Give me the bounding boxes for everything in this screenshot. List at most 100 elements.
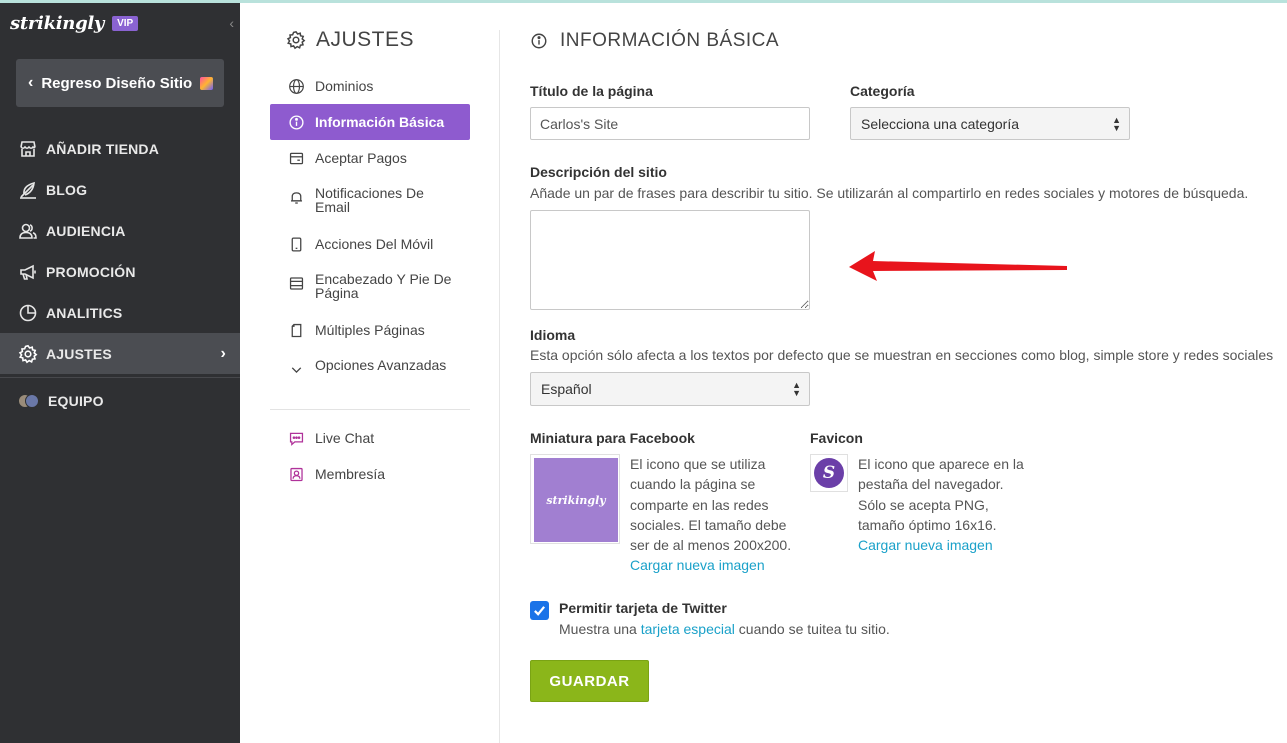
mobile-icon [291, 237, 302, 252]
sidebar-item-label: AJUSTES [46, 345, 112, 362]
twitter-help-text: Muestra una [559, 621, 641, 637]
sidebar-item-settings[interactable]: AJUSTES › [0, 333, 240, 374]
sidebar-item-promotion[interactable]: PROMOCIÓN [0, 251, 240, 292]
red-arrow-annotation [849, 251, 1067, 281]
menu-item-email-notifications[interactable]: Notificaciones De Email [270, 176, 470, 226]
description-label: Descripción del sitio [530, 164, 667, 180]
sidebar-item-team[interactable]: EQUIPO [0, 384, 240, 418]
feather-icon [20, 181, 36, 199]
menu-item-header-footer[interactable]: Encabezado Y Pie De Página [270, 262, 470, 312]
chat-icon [289, 432, 304, 446]
twitter-card-link[interactable]: tarjeta especial [641, 621, 735, 637]
menu-item-label: Acciones Del Móvil [315, 236, 434, 252]
team-avatars-icon [18, 392, 40, 410]
description-line: Sólo se acepta PNG, [858, 496, 989, 513]
sidebar-item-audience[interactable]: AUDIENCIA [0, 210, 240, 251]
back-to-design-button[interactable]: ‹ Regreso Diseño Sitio [16, 59, 224, 107]
menu-item-label: Encabezado Y Pie De Página [315, 271, 452, 301]
collapse-sidebar-icon[interactable]: ‹ [229, 15, 234, 31]
description-help: Añade un par de frases para describir tu… [530, 185, 1249, 201]
twitter-card-label: Permitir tarjeta de Twitter [559, 600, 727, 616]
users-icon [19, 223, 37, 239]
menu-item-multiple-pages[interactable]: Múltiples Páginas [270, 312, 470, 348]
description-line: cuando la página se [630, 476, 756, 493]
megaphone-icon [20, 264, 36, 280]
settings-menu-extras: Live Chat Membresía [270, 420, 470, 492]
menu-item-payments[interactable]: Aceptar Pagos [270, 140, 470, 176]
info-icon [531, 33, 547, 49]
back-to-design-label: Regreso Diseño Sitio [41, 74, 193, 92]
description-line: comparte en las redes [630, 496, 769, 513]
facebook-thumbnail-logo: strikingly [534, 458, 618, 542]
sidebar: strikingly VIP ‹ ‹ Regreso Diseño Sitio … [0, 3, 240, 743]
sidebar-item-add-store[interactable]: AÑADIR TIENDA [0, 128, 240, 169]
page-title-input[interactable]: Carlos's Site [530, 107, 810, 140]
language-label: Idioma [530, 327, 576, 343]
menu-item-label: Información Básica [315, 114, 445, 130]
menu-divider [270, 409, 470, 410]
save-button[interactable]: GUARDAR [530, 660, 649, 702]
brand: strikingly VIP [10, 11, 139, 35]
select-arrows-icon: ▲ ▼ [792, 380, 801, 398]
menu-item-label: Opciones Avanzadas [315, 357, 447, 373]
menu-item-live-chat[interactable]: Live Chat [270, 420, 470, 456]
favicon-image[interactable]: S [810, 454, 848, 492]
sticker-icon [200, 76, 214, 90]
gear-icon [18, 344, 38, 363]
menu-item-mobile-actions[interactable]: Acciones Del Móvil [270, 226, 470, 262]
chevron-left-icon: ‹ [28, 74, 34, 91]
menu-item-label: Membresía [315, 466, 386, 482]
vip-badge: VIP [112, 15, 139, 31]
sidebar-item-label: AÑADIR TIENDA [46, 140, 160, 157]
menu-item-label: Aceptar Pagos [315, 150, 407, 166]
settings-title-text: AJUSTES [316, 28, 415, 51]
menu-item-advanced-options[interactable]: Opciones Avanzadas [270, 348, 470, 398]
description-line: sociales. El tamaño debe [630, 516, 787, 533]
description-line: pestaña del navegador. [858, 476, 1004, 493]
sidebar-item-label: PROMOCIÓN [46, 263, 136, 280]
card-icon [289, 152, 304, 165]
sidebar-item-label: ANALITICS [46, 304, 123, 321]
category-select-value: Selecciona una categoría [861, 115, 1019, 132]
description-line: tamaño óptimo 16x16. [858, 516, 997, 533]
language-select[interactable]: Español ▲ ▼ [530, 372, 810, 406]
language-help: Esta opción sólo afecta a los textos por… [530, 347, 1274, 363]
logo[interactable]: strikingly [10, 13, 104, 34]
info-icon [289, 115, 304, 130]
menu-item-membership[interactable]: Membresía [270, 456, 470, 492]
description-line: El icono que aparece en la [858, 456, 1024, 472]
favicon-label: Favicon [810, 430, 863, 446]
category-label: Categoría [850, 83, 915, 99]
chevron-down-icon [291, 367, 302, 374]
facebook-thumbnail-description: El icono que se utiliza cuando la página… [630, 454, 791, 576]
description-textarea[interactable] [530, 210, 810, 310]
facebook-thumbnail-image[interactable]: strikingly [530, 454, 620, 544]
store-icon [20, 140, 36, 157]
bell-icon [290, 192, 303, 204]
gear-icon [286, 30, 306, 50]
menu-item-label: Live Chat [315, 430, 375, 446]
favicon-logo: S [814, 458, 844, 488]
favicon-description: El icono que aparece en la pestaña del n… [858, 454, 1024, 555]
page-title-label: Título de la página [530, 83, 653, 99]
page-title: INFORMACIÓN BÁSICA [530, 30, 779, 52]
description-line: El icono que se utiliza [630, 456, 766, 472]
sidebar-item-blog[interactable]: BLOG [0, 169, 240, 210]
twitter-card-checkbox[interactable] [530, 601, 549, 620]
select-arrows-icon: ▲ ▼ [1112, 114, 1121, 133]
sidebar-item-analytics[interactable]: ANALITICS [0, 292, 240, 333]
sidebar-item-label: AUDIENCIA [46, 222, 126, 239]
twitter-card-help: Muestra una tarjeta especial cuando se t… [559, 621, 890, 637]
sidebar-divider [0, 377, 240, 378]
page-title-text: INFORMACIÓN BÁSICA [560, 30, 780, 51]
menu-item-domains[interactable]: Dominios [270, 68, 470, 104]
menu-item-basic-info[interactable]: Información Básica [270, 104, 470, 140]
favicon-upload-link[interactable]: Cargar nueva imagen [858, 535, 1024, 555]
language-select-value: Español [541, 381, 592, 397]
category-select[interactable]: Selecciona una categoría ▲ ▼ [850, 107, 1130, 140]
facebook-upload-link[interactable]: Cargar nueva imagen [630, 555, 791, 575]
globe-icon [289, 79, 304, 94]
sidebar-item-label: BLOG [46, 181, 88, 198]
chevron-right-icon: › [220, 344, 226, 362]
sidebar-item-label: EQUIPO [48, 393, 104, 409]
